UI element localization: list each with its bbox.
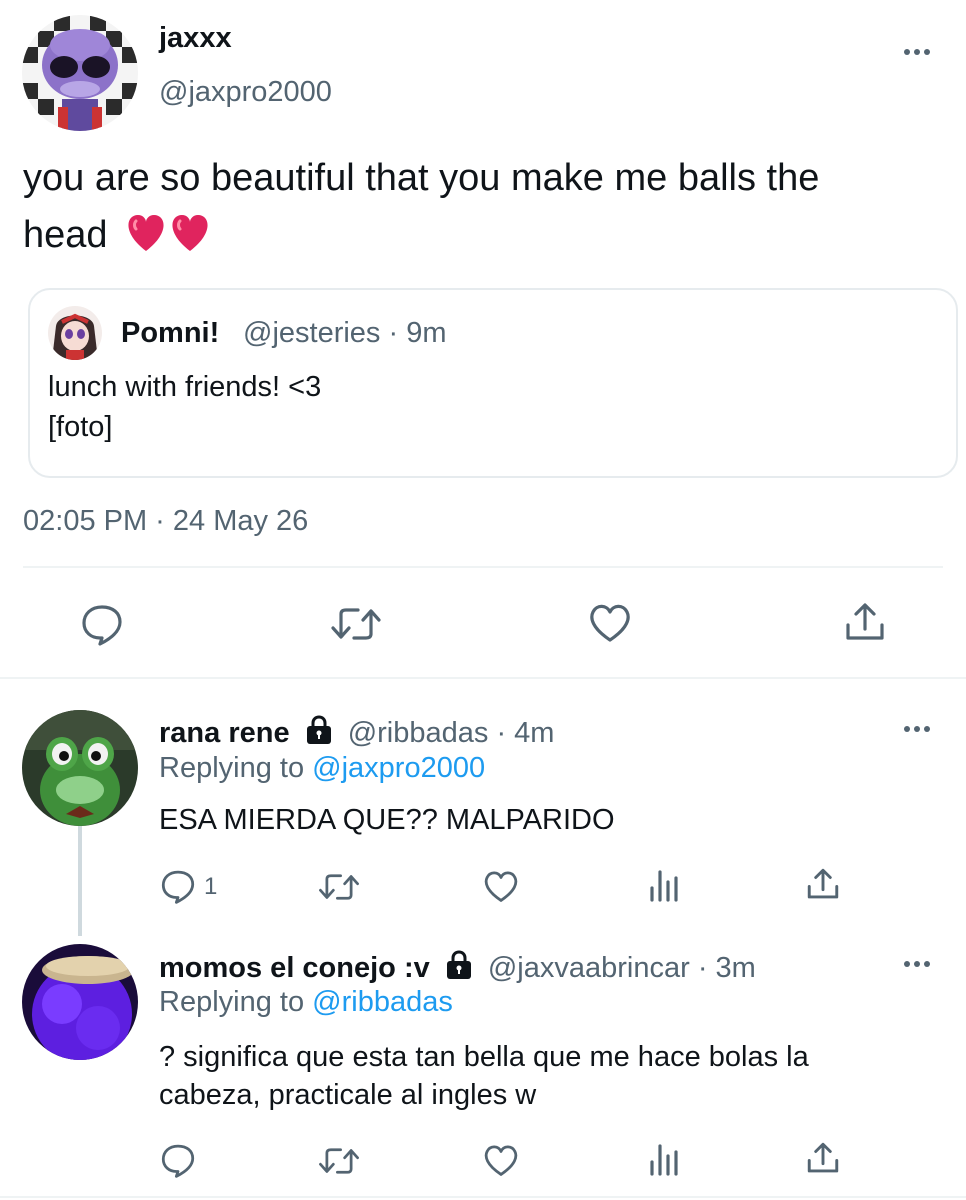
divider [0,677,966,679]
thread-line [78,826,82,936]
reply-icon[interactable] [160,1142,196,1178]
reply-icon[interactable] [160,868,196,904]
analytics-icon[interactable] [648,1142,680,1176]
reply-1-replying-to: Replying to @jaxpro2000 [159,752,485,785]
quoted-text-line-2: [foto] [48,411,113,443]
more-options-icon[interactable] [904,49,930,55]
avatar-momos-el-conejo[interactable] [22,944,138,1060]
divider [23,566,943,568]
lock-icon [304,715,334,753]
reply-count: 1 [204,873,218,900]
quoted-display-name[interactable]: Pomni! [121,317,219,350]
reply-2-replying-to: Replying to @ribbadas [159,986,453,1019]
retweet-icon[interactable] [318,869,360,905]
avatar-rana-rene[interactable] [22,710,138,826]
divider [0,1196,966,1198]
reply-2-display-name[interactable]: momos el conejo :v [159,952,430,984]
reply-2-text: ? significa que esta tan bella que me ha… [159,1038,949,1114]
retweet-icon[interactable] [318,1143,360,1179]
replying-to-label: Replying to [159,986,305,1018]
replying-to-link[interactable]: @ribbadas [312,986,453,1018]
quoted-handle-time[interactable]: @jesteries · 9m [243,317,446,350]
avatar-pomni[interactable] [48,306,102,360]
reply-2-header: momos el conejo :v @jaxvaabrincar · 3m [159,950,756,988]
tweet-text-line-2-words: head [23,214,108,256]
replying-to-link[interactable]: @jaxpro2000 [312,752,485,784]
reply-1-text: ESA MIERDA QUE?? MALPARIDO [159,804,615,836]
share-icon[interactable] [844,601,886,643]
reply-1-display-name[interactable]: rana rene [159,717,290,749]
reply-1-header: rana rene @ribbadas · 4m [159,715,554,753]
like-icon[interactable] [483,870,519,903]
lock-icon [444,950,474,988]
share-icon[interactable] [806,867,840,901]
author-display-name[interactable]: jaxxx [159,22,232,55]
reply-icon[interactable] [80,602,124,646]
like-icon[interactable] [588,603,632,643]
tweet-text: you are so beautiful that you make me ba… [23,150,953,270]
tweet-timestamp[interactable]: 02:05 PM · 24 May 26 [23,505,308,538]
like-icon[interactable] [483,1144,519,1177]
more-options-icon[interactable] [904,961,930,967]
more-options-icon[interactable] [904,726,930,732]
reply-2-text-line-1: ? significa que esta tan bella que me ha… [159,1041,809,1073]
author-handle[interactable]: @jaxpro2000 [159,76,332,109]
quoted-text-line-1: lunch with friends! <3 [48,371,322,403]
heart-emoji-icon [126,213,212,270]
analytics-icon[interactable] [648,868,680,902]
reply-1-handle-time[interactable]: @ribbadas · 4m [348,717,555,749]
tweet-text-line-1: you are so beautiful that you make me ba… [23,157,820,199]
retweet-icon[interactable] [330,602,382,646]
avatar-jaxxx[interactable] [22,15,138,131]
share-icon[interactable] [806,1141,840,1175]
reply-2-handle-time[interactable]: @jaxvaabrincar · 3m [488,952,756,984]
reply-2-text-line-2: cabeza, practicale al ingles w [159,1079,537,1111]
replying-to-label: Replying to [159,752,305,784]
tweet-text-line-2: head ❤️❤️ [23,207,953,270]
